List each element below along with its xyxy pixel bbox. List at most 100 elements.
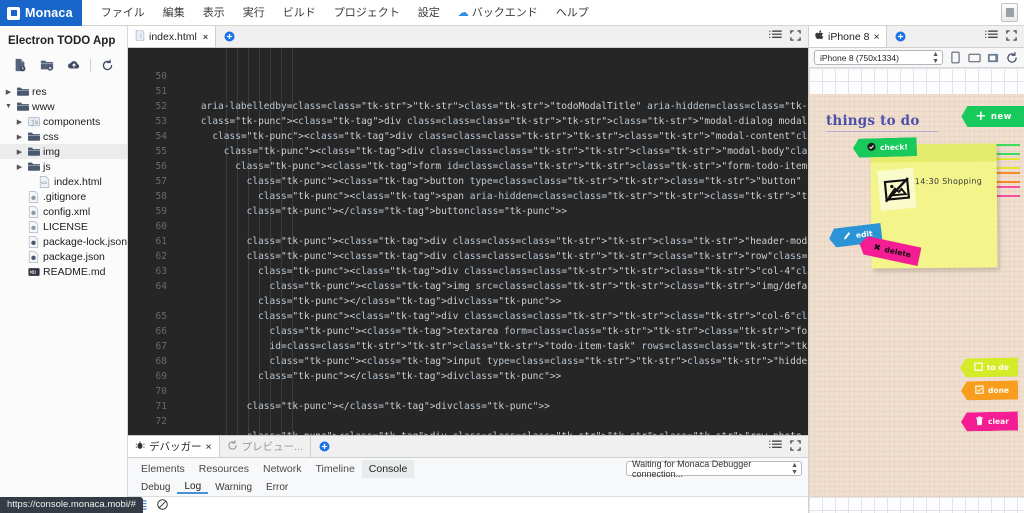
console-level-debug[interactable]: Debug (134, 482, 177, 493)
screenshot-icon[interactable] (986, 51, 1000, 65)
menu-item-edit[interactable]: 編集 (154, 0, 194, 26)
console-level-error[interactable]: Error (259, 482, 295, 493)
debugger-menu-icon[interactable] (769, 438, 783, 456)
menu-item-file[interactable]: ファイル (92, 0, 154, 26)
filter-todo-button[interactable]: to do (960, 357, 1018, 377)
check-todo-button[interactable]: check! (853, 137, 917, 158)
debugger-connection-select[interactable]: Waiting for Monaca Debugger connection..… (626, 459, 802, 479)
landscape-icon[interactable] (967, 51, 981, 65)
preview-tab[interactable]: プレビュー... (219, 436, 311, 457)
devtools-tab-resources[interactable]: Resources (192, 460, 256, 478)
devtools-tab-console[interactable]: Console (361, 459, 415, 478)
new-file-icon[interactable] (6, 55, 33, 75)
editor-menu-icon[interactable] (769, 28, 783, 46)
portrait-icon[interactable] (948, 51, 962, 65)
tree-item-js[interactable]: ▶ js (0, 159, 127, 174)
close-icon[interactable]: × (203, 32, 208, 42)
chevron-right-icon[interactable]: ▶ (4, 88, 13, 96)
devtools-tab-timeline[interactable]: Timeline (309, 460, 362, 478)
tree-item-package-lock-json[interactable]: package-lock.json (0, 234, 127, 249)
editor-tab-index-html[interactable]: 〈 index.html × (128, 26, 217, 47)
code-line[interactable]: class="tk-punc"></class="tk-tag">buttonc… (174, 204, 808, 219)
chevron-right-icon[interactable]: ▶ (15, 148, 24, 156)
tree-item-config-xml[interactable]: config.xml (0, 204, 127, 219)
check-square-icon (975, 385, 984, 396)
code-line[interactable]: class="tk-punc"></class="tk-tag">divclas… (174, 399, 808, 414)
devtools-tab-network[interactable]: Network (256, 460, 309, 478)
add-preview-tab-button[interactable] (887, 26, 914, 47)
code-line[interactable]: class="tk-punc"><class="tk-tag">div clas… (174, 309, 808, 324)
tree-item-index-html[interactable]: <> index.html (0, 174, 127, 189)
code-line[interactable]: class="tk-punc"><class="tk-tag">div clas… (174, 234, 808, 249)
code-content[interactable]: aria-labelledby=class=class="tk-str">"tk… (174, 48, 808, 435)
menu-item-backend[interactable]: ☁ バックエンド (449, 0, 547, 26)
devtools-tab-elements[interactable]: Elements (134, 460, 192, 478)
tree-item-readme-md[interactable]: MD README.md (0, 264, 127, 279)
code-line[interactable]: class="tk-punc"><class="tk-tag">form id=… (174, 159, 808, 174)
editor-expand-icon[interactable] (790, 28, 801, 46)
code-line[interactable]: class="tk-punc"><class="tk-tag">img src=… (174, 279, 808, 294)
clear-todos-button[interactable]: clear (961, 412, 1018, 432)
device-select[interactable]: iPhone 8 (750x1334) ▲ ▼ (814, 50, 943, 65)
tree-item-css[interactable]: ▶ css (0, 129, 127, 144)
code-line[interactable]: class="tk-punc"></class="tk-tag">divclas… (174, 294, 808, 309)
refresh-icon[interactable] (94, 55, 121, 75)
preview-device-tab[interactable]: iPhone 8 × (809, 26, 887, 47)
code-line[interactable]: class="tk-punc"><class="tk-tag">textarea… (174, 324, 808, 339)
add-tab-button[interactable] (216, 26, 243, 47)
line-number: 56 (155, 161, 167, 172)
code-line[interactable]: class="tk-punc"><class="tk-tag">button t… (174, 174, 808, 189)
new-folder-icon[interactable] (33, 55, 60, 75)
code-line[interactable]: class="tk-punc"><class="tk-tag">span ari… (174, 189, 808, 204)
no-image-icon[interactable] (877, 167, 917, 211)
tree-item-components[interactable]: ▶ js components (0, 114, 127, 129)
preview-menu-icon[interactable] (985, 28, 999, 46)
console-clear-icon[interactable] (157, 497, 168, 513)
menu-item-project[interactable]: プロジェクト (325, 0, 409, 26)
tree-item-package-json[interactable]: package.json (0, 249, 127, 264)
upload-icon[interactable] (60, 55, 87, 75)
tree-item--gitignore[interactable]: .gitignore (0, 189, 127, 204)
code-line[interactable] (174, 414, 808, 429)
menu-item-build[interactable]: ビルド (274, 0, 325, 26)
code-line[interactable]: class="tk-punc"><class="tk-tag">input ty… (174, 354, 808, 369)
code-line[interactable]: class="tk-punc"><class="tk-tag">div clas… (174, 114, 808, 129)
close-icon[interactable]: × (206, 441, 212, 453)
debugger-tab[interactable]: デバッガー × (128, 436, 220, 457)
app-title: things to do (826, 113, 920, 129)
code-line[interactable]: id=class=class="tk-str">"tk-str">class="… (174, 339, 808, 354)
menu-item-view[interactable]: 表示 (194, 0, 234, 26)
code-line[interactable]: class="tk-punc"><class="tk-tag">div clas… (174, 144, 808, 159)
code-line[interactable]: class="tk-punc"><class="tk-tag">div clas… (174, 129, 808, 144)
reload-icon[interactable] (1005, 51, 1019, 65)
console-level-warning[interactable]: Warning (208, 482, 259, 493)
brand-logo-area[interactable]: Monaca (0, 0, 82, 26)
preview-expand-icon[interactable] (1006, 28, 1017, 46)
menu-item-run[interactable]: 実行 (234, 0, 274, 26)
tree-item-img[interactable]: ▶ img (0, 144, 127, 159)
code-line[interactable]: aria-labelledby=class=class="tk-str">"tk… (174, 99, 808, 114)
code-line[interactable]: class="tk-punc"><class="tk-tag">div clas… (174, 249, 808, 264)
debugger-expand-icon[interactable] (790, 438, 801, 456)
code-line[interactable]: class="tk-punc"><class="tk-tag">div clas… (174, 264, 808, 279)
chevron-down-icon[interactable]: ▼ (4, 103, 13, 110)
device-preview-stage[interactable]: things to do + new 14:30 Shopping check!… (809, 68, 1024, 513)
menu-item-settings[interactable]: 設定 (409, 0, 449, 26)
code-area[interactable]: 50 51 52 53 54 55 56 57 58 59 60 61 62 63 64 65 66 67 68 69… (128, 48, 808, 435)
code-line[interactable] (174, 219, 808, 234)
close-icon[interactable]: × (873, 31, 879, 43)
menu-item-help[interactable]: ヘルプ (547, 0, 598, 26)
chevron-right-icon[interactable]: ▶ (15, 133, 24, 141)
tree-item-res[interactable]: ▶ res (0, 84, 127, 99)
window-maximize-button[interactable] (1001, 3, 1018, 22)
chevron-right-icon[interactable]: ▶ (15, 163, 24, 171)
code-line[interactable]: class="tk-punc"></class="tk-tag">divclas… (174, 369, 808, 384)
chevron-right-icon[interactable]: ▶ (15, 118, 24, 126)
code-line[interactable] (174, 384, 808, 399)
tree-item-www[interactable]: ▼ www (0, 99, 127, 114)
tree-item-license[interactable]: LICENSE (0, 219, 127, 234)
filter-done-button[interactable]: done (961, 381, 1018, 401)
add-debug-tab-button[interactable] (311, 436, 338, 457)
new-todo-button[interactable]: + new (961, 106, 1024, 127)
console-level-log[interactable]: Log (177, 481, 209, 494)
